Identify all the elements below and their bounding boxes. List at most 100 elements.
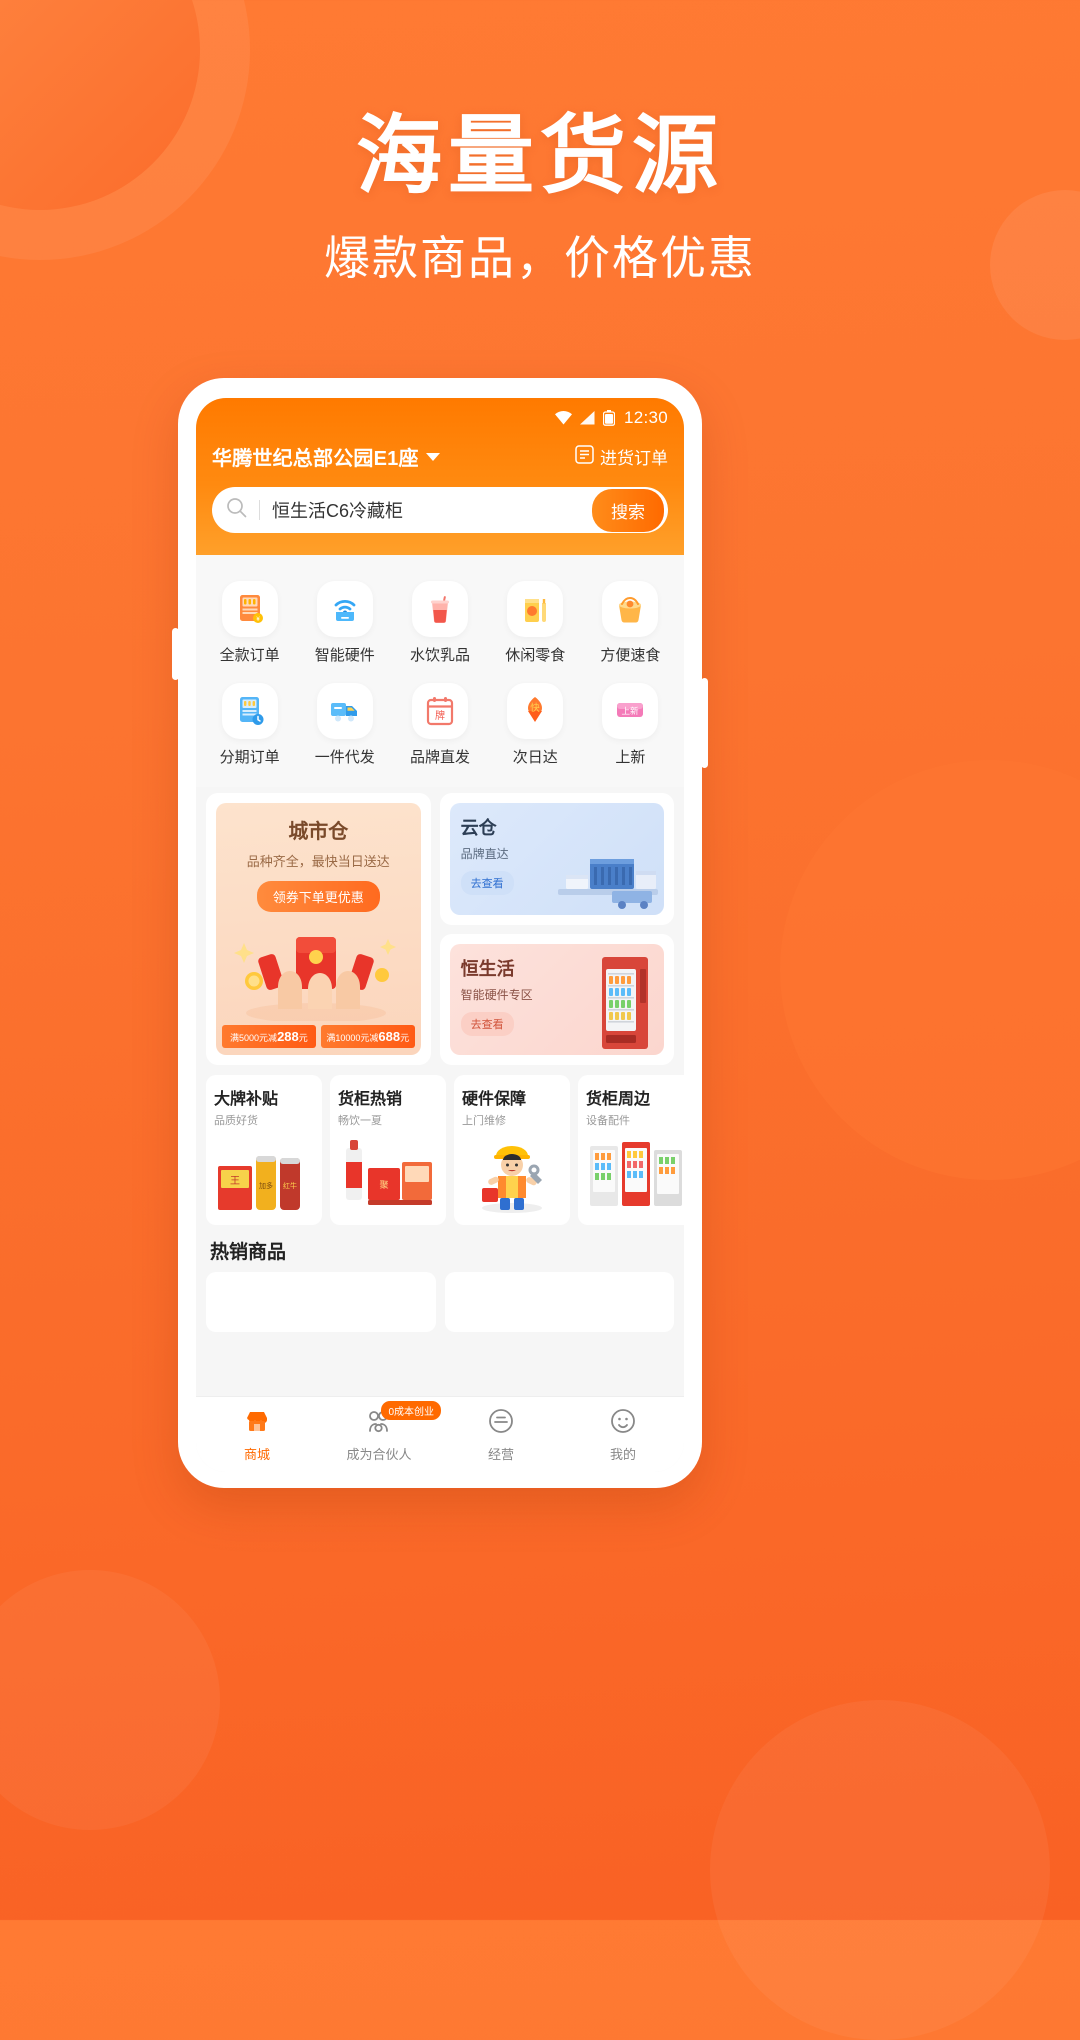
app-header: 12:30 华腾世纪总部公园E1座 进货订单 恒生活C6冷藏柜 搜索 bbox=[196, 398, 684, 555]
feature-subtitle-3: 设备配件 bbox=[586, 1115, 630, 1127]
cloud-warehouse-button[interactable]: 去查看 bbox=[460, 871, 514, 895]
wifi-icon bbox=[554, 411, 573, 425]
fast-arrow-icon: 快 bbox=[507, 683, 564, 739]
search-button[interactable]: 搜索 bbox=[592, 488, 664, 532]
category-label-6: 一件代发 bbox=[314, 749, 375, 766]
location-label: 华腾世纪总部公园E1座 bbox=[212, 448, 419, 470]
category-label-9: 上新 bbox=[615, 749, 646, 766]
hero-section: 海量货源 爆款商品，价格优惠 bbox=[0, 108, 1080, 288]
feature-card-2[interactable]: 硬件保障 上门维修 bbox=[454, 1075, 570, 1225]
feature-card-0[interactable]: 大牌补贴 品质好货 王 加多 红牛 bbox=[206, 1075, 322, 1225]
category-label-5: 分期订单 bbox=[219, 749, 280, 766]
coupon-1-amount: 688 bbox=[378, 1029, 401, 1044]
order-list-icon bbox=[575, 444, 594, 469]
category-item-6[interactable]: 一件代发 bbox=[297, 675, 392, 777]
tab-partner-badge: 0成本创业 bbox=[381, 1400, 441, 1420]
hengshenghuo-button[interactable]: 去查看 bbox=[460, 1011, 514, 1036]
hengshenghuo-card[interactable]: 恒生活 智能硬件专区 去查看 bbox=[439, 933, 674, 1065]
category-item-4[interactable]: 方便速食 bbox=[583, 573, 678, 675]
svg-text:加多: 加多 bbox=[259, 1181, 273, 1190]
tab-label-store: 商城 bbox=[243, 1446, 270, 1462]
category-label-8: 次日达 bbox=[512, 749, 558, 766]
category-grid: ¥ 全款订单 智能硬件 水饮乳品 休闲零食 方便速食 分期订单 一件代发 牌 品… bbox=[196, 555, 684, 787]
city-warehouse-card[interactable]: 城市仓 品种齐全，最快当日送达 领券下单更优惠 满5000元减288元 满100… bbox=[206, 793, 431, 1065]
cloud-warehouse-title: 云仓 bbox=[460, 818, 497, 838]
search-divider bbox=[259, 500, 260, 520]
svg-text:上新: 上新 bbox=[622, 706, 640, 716]
feature-subtitle-1: 畅饮一夏 bbox=[338, 1115, 382, 1127]
operation-icon bbox=[487, 1407, 515, 1440]
feature-card-3[interactable]: 货柜周边 设备配件 bbox=[578, 1075, 684, 1225]
category-label-1: 智能硬件 bbox=[314, 647, 375, 664]
city-warehouse-title: 城市仓 bbox=[288, 821, 349, 843]
red-envelope-hands-art bbox=[234, 937, 396, 1021]
category-item-1[interactable]: 智能硬件 bbox=[297, 573, 392, 675]
phone-mockup: 12:30 华腾世纪总部公园E1座 进货订单 恒生活C6冷藏柜 搜索 ¥ 全款订… bbox=[172, 378, 708, 1488]
battery-icon bbox=[602, 410, 615, 426]
coupon-0[interactable]: 满5000元减288元 bbox=[222, 1025, 316, 1048]
feature-title-1: 货柜热销 bbox=[338, 1091, 403, 1108]
purchase-orders-label: 进货订单 bbox=[600, 449, 668, 468]
promo-right-column: 云仓 品牌直达 去查看 恒生活 智能硬件专区 去查看 bbox=[439, 793, 674, 1065]
search-input[interactable]: 恒生活C6冷藏柜 bbox=[272, 497, 592, 523]
phone-power-button bbox=[701, 678, 708, 768]
category-item-9[interactable]: 上新 上新 bbox=[583, 675, 678, 777]
category-item-5[interactable]: 分期订单 bbox=[202, 675, 297, 777]
tab-store[interactable]: 商城 bbox=[196, 1407, 318, 1463]
coupon-1-unit: 元 bbox=[400, 1033, 410, 1043]
bottom-tabbar: 商城 0成本创业 成为合伙人 经营 我的 bbox=[196, 1396, 684, 1472]
container-warehouse-icon bbox=[558, 858, 658, 909]
feature-subtitle-2: 上门维修 bbox=[462, 1115, 506, 1127]
coupon-1[interactable]: 满10000元减688元 bbox=[320, 1025, 415, 1048]
app-content: ¥ 全款订单 智能硬件 水饮乳品 休闲零食 方便速食 分期订单 一件代发 牌 品… bbox=[196, 555, 684, 1472]
tab-profile[interactable]: 我的 bbox=[562, 1407, 684, 1463]
feature-subtitle-0: 品质好货 bbox=[214, 1115, 258, 1127]
hot-product-card-1[interactable] bbox=[444, 1272, 674, 1332]
cloud-warehouse-inner: 云仓 品牌直达 去查看 bbox=[449, 803, 664, 915]
phone-screen: 12:30 华腾世纪总部公园E1座 进货订单 恒生活C6冷藏柜 搜索 ¥ 全款订… bbox=[196, 398, 684, 1472]
purchase-orders-button[interactable]: 进货订单 bbox=[575, 444, 668, 469]
location-selector[interactable]: 华腾世纪总部公园E1座 bbox=[212, 442, 440, 471]
feature-card-1[interactable]: 货柜热销 畅饮一夏 聚 bbox=[330, 1075, 446, 1225]
svg-text:牌: 牌 bbox=[435, 709, 445, 722]
drink-cup-icon bbox=[412, 581, 468, 637]
category-item-2[interactable]: 水饮乳品 bbox=[392, 573, 487, 675]
cloud-warehouse-card[interactable]: 云仓 品牌直达 去查看 bbox=[439, 793, 674, 925]
coupon-0-amount: 288 bbox=[277, 1029, 299, 1044]
svg-text:聚: 聚 bbox=[379, 1180, 388, 1190]
bg-circle-5 bbox=[710, 1700, 1050, 2040]
hot-products-list bbox=[206, 1272, 674, 1332]
chevron-down-icon bbox=[425, 452, 440, 461]
category-item-8[interactable]: 快 次日达 bbox=[488, 675, 583, 777]
tab-label-operation: 经营 bbox=[487, 1446, 514, 1462]
tab-partner[interactable]: 0成本创业 成为合伙人 bbox=[318, 1400, 441, 1463]
feature-title-3: 货柜周边 bbox=[586, 1091, 651, 1108]
category-label-3: 休闲零食 bbox=[505, 647, 566, 664]
search-icon bbox=[226, 497, 247, 523]
brand-calendar-icon: 牌 bbox=[412, 683, 468, 739]
snack-pack-icon bbox=[507, 581, 564, 637]
bg-circle-3 bbox=[780, 760, 1080, 1180]
drinks-boxes-art: 聚 bbox=[346, 1140, 432, 1205]
hot-product-card-0[interactable] bbox=[206, 1272, 436, 1332]
new-tag-icon: 上新 bbox=[602, 683, 659, 739]
category-item-0[interactable]: ¥ 全款订单 bbox=[202, 573, 297, 675]
category-item-3[interactable]: 休闲零食 bbox=[488, 573, 583, 675]
coupon-list: 满5000元减288元 满10000元减688元 bbox=[222, 1025, 415, 1048]
search-bar[interactable]: 恒生活C6冷藏柜 搜索 bbox=[212, 487, 668, 533]
vending-units-art bbox=[590, 1142, 682, 1206]
svg-text:红牛: 红牛 bbox=[283, 1181, 297, 1190]
tab-operation[interactable]: 经营 bbox=[440, 1407, 562, 1463]
signal-icon bbox=[579, 411, 596, 425]
bg-circle-4 bbox=[0, 1570, 220, 1830]
vending-machine-icon: ¥ bbox=[221, 581, 278, 637]
store-icon bbox=[243, 1407, 271, 1440]
category-item-7[interactable]: 牌 品牌直发 bbox=[392, 675, 487, 777]
hengshenghuo-inner: 恒生活 智能硬件专区 去查看 bbox=[449, 943, 664, 1055]
city-warehouse-inner: 城市仓 品种齐全，最快当日送达 领券下单更优惠 满5000元减288元 满100… bbox=[216, 803, 421, 1055]
city-warehouse-button[interactable]: 领券下单更优惠 bbox=[256, 881, 380, 912]
feature-title-2: 硬件保障 bbox=[462, 1091, 527, 1108]
category-label-2: 水饮乳品 bbox=[410, 647, 471, 664]
coupon-1-cond: 满10000元减 bbox=[326, 1033, 379, 1043]
vending-machine-photo bbox=[602, 957, 648, 1049]
